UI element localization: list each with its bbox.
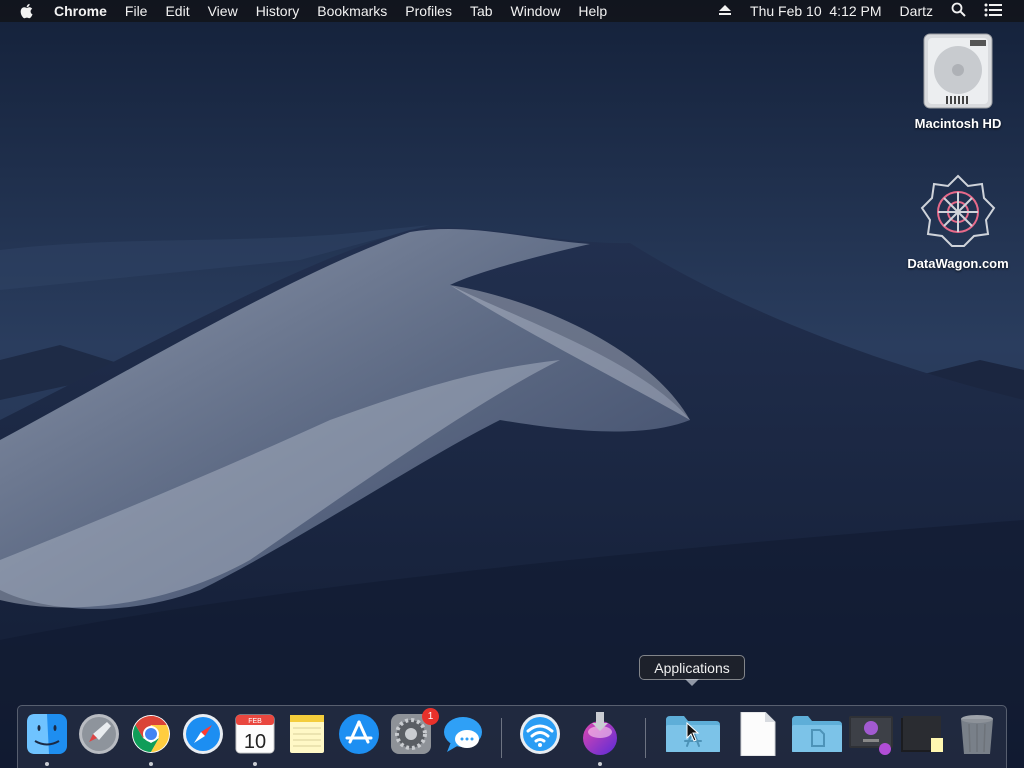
notes-icon [290, 715, 324, 753]
downloads-stack-icon [849, 716, 893, 755]
notification-badge: 1 [422, 708, 439, 725]
menu-app-name[interactable]: Chrome [54, 3, 107, 19]
menu-edit[interactable]: Edit [165, 3, 189, 19]
menu-extras: Thu Feb 10 4:12 PM Dartz [718, 0, 1024, 22]
documents-folder-icon [792, 716, 842, 752]
dock-finder[interactable] [25, 712, 69, 756]
menu-bookmarks[interactable]: Bookmarks [317, 3, 387, 19]
calendar-day: 10 [244, 731, 266, 753]
installer-icon [583, 712, 617, 755]
running-indicator [149, 762, 153, 766]
dock-calendar[interactable]: FEB 10 [233, 712, 277, 756]
dock-safari[interactable] [181, 712, 225, 756]
dock-launchpad[interactable] [77, 712, 121, 756]
running-indicator [45, 762, 49, 766]
menu-bar: Chrome File Edit View History Bookmarks … [0, 0, 1024, 22]
safari-icon [183, 714, 223, 754]
dock-recent-stack[interactable] [901, 712, 945, 756]
messages-icon [444, 717, 482, 752]
user-name[interactable]: Dartz [900, 3, 933, 19]
recent-stack-icon [901, 716, 943, 752]
desktop-icon-macintosh-hd[interactable]: Macintosh HD [903, 32, 1013, 131]
apple-menu-icon[interactable] [20, 3, 36, 19]
menu-window[interactable]: Window [511, 3, 561, 19]
trash-icon [961, 715, 993, 754]
dock-app-store[interactable] [337, 712, 381, 756]
document-icon [740, 712, 776, 756]
app-store-icon [339, 714, 379, 754]
dock-tooltip-arrow [685, 679, 699, 686]
hard-drive-icon [923, 33, 993, 109]
desktop-icon-label: DataWagon.com [907, 256, 1009, 271]
clock[interactable]: Thu Feb 10 4:12 PM [750, 3, 882, 19]
menu-file[interactable]: File [125, 3, 148, 19]
wifi-icon [520, 714, 560, 754]
dock-wireless-diagnostics[interactable] [518, 712, 562, 756]
menu-tab[interactable]: Tab [470, 3, 493, 19]
calendar-month: FEB [248, 718, 262, 725]
launchpad-icon [79, 714, 119, 754]
dock-trash[interactable] [955, 712, 999, 756]
dock-separator [501, 718, 502, 758]
desktop-icon-datawagon[interactable]: DataWagon.com [903, 172, 1013, 271]
menu-history[interactable]: History [256, 3, 300, 19]
running-indicator [598, 762, 602, 766]
chrome-icon [132, 715, 170, 753]
dock-notes[interactable] [285, 712, 329, 756]
mouse-cursor-icon [686, 722, 700, 742]
dock-installer[interactable] [578, 712, 622, 756]
menu-help[interactable]: Help [578, 3, 607, 19]
eject-icon[interactable] [718, 3, 732, 19]
dock-document[interactable] [735, 712, 779, 756]
running-indicator [253, 762, 257, 766]
spotlight-search-icon[interactable] [951, 2, 966, 20]
menu-profiles[interactable]: Profiles [405, 3, 452, 19]
dock-system-preferences[interactable]: 1 [389, 708, 439, 756]
calendar-icon: FEB 10 [235, 714, 275, 754]
dock-downloads-stack[interactable] [849, 712, 893, 756]
desktop-icon-label: Macintosh HD [914, 116, 1002, 131]
desktop-wallpaper [0, 0, 1024, 768]
network-volume-icon [920, 174, 996, 247]
dock-messages[interactable] [441, 712, 485, 756]
menu-view[interactable]: View [208, 3, 238, 19]
dock-tooltip: Applications [639, 655, 745, 680]
notification-center-icon[interactable] [984, 3, 1002, 20]
dock-chrome[interactable] [129, 712, 173, 756]
dock-documents-folder[interactable] [790, 712, 844, 756]
dock-separator [645, 718, 646, 758]
finder-icon [27, 714, 67, 754]
